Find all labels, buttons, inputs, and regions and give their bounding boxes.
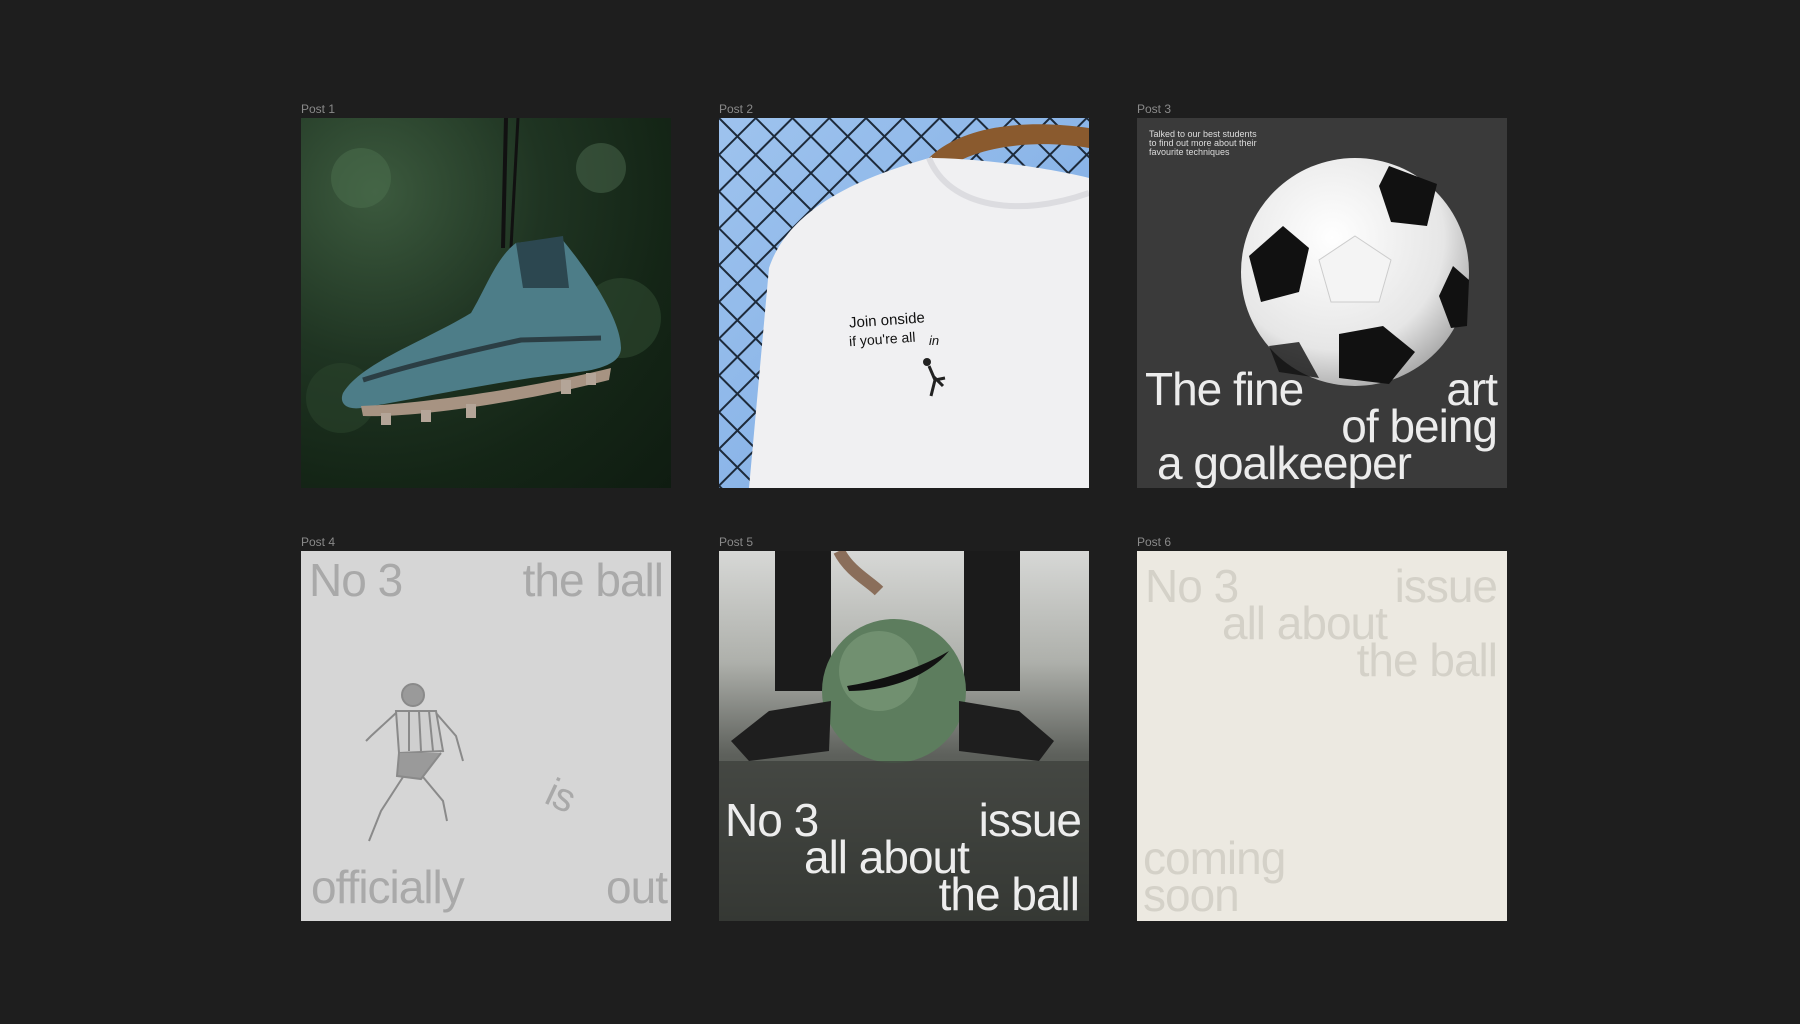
fence-tshirt-image (719, 118, 1089, 488)
post-6-line-3: the ball (1356, 634, 1498, 686)
post-3-small-text-3: favourite techniques (1149, 147, 1230, 157)
post-4-bottom-right: out (606, 861, 668, 913)
soccer-player-illustration (365, 683, 464, 842)
soccer-ball-image (1241, 158, 1469, 386)
post-3-line-1a: The fine (1145, 363, 1304, 415)
post-6-frame[interactable]: No 3 issue all about the ball coming soo… (1137, 551, 1507, 921)
post-4-top-left: No 3 (309, 554, 403, 606)
post-1-frame[interactable] (301, 118, 671, 488)
post-5-label[interactable]: Post 5 (719, 535, 753, 549)
post-1-label[interactable]: Post 1 (301, 102, 335, 116)
post-2-frame[interactable]: Join onside if you're all in (719, 118, 1089, 488)
post-2-label[interactable]: Post 2 (719, 102, 753, 116)
post-3-label[interactable]: Post 3 (1137, 102, 1171, 116)
shirt-player-icon (923, 358, 946, 397)
football-boot-image (306, 118, 661, 433)
post-4-bottom-left: officially (311, 861, 465, 913)
post-6-label[interactable]: Post 6 (1137, 535, 1171, 549)
shirt-text-line-3: in (929, 333, 940, 348)
post-5-line-1b: issue (978, 794, 1082, 846)
post-4-top-right: the ball (522, 554, 664, 606)
post-4-middle: is (538, 770, 582, 822)
post-4-frame[interactable]: No 3 the ball is officially out (301, 551, 671, 921)
post-3-frame[interactable]: Talked to our best students to find out … (1137, 118, 1507, 488)
post-6-bottom-2: soon (1143, 869, 1240, 921)
post-6-line-1b: issue (1394, 560, 1498, 612)
post-4-label[interactable]: Post 4 (301, 535, 335, 549)
post-5-frame[interactable]: No 3 issue all about the ball (719, 551, 1089, 921)
post-5-line-3: the ball (938, 868, 1080, 920)
post-3-line-3: a goalkeeper (1157, 437, 1412, 488)
